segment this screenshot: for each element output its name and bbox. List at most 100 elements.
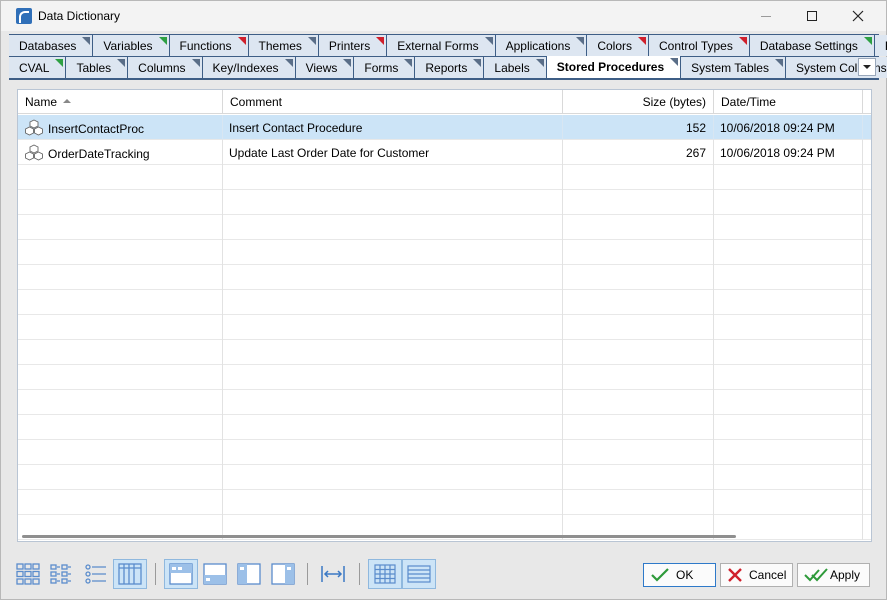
cancel-button-label: Cancel xyxy=(749,568,787,582)
tab-forms[interactable]: Forms xyxy=(354,57,416,78)
empty-cell xyxy=(863,315,871,340)
cell-text: 10/06/2018 09:24 PM xyxy=(720,121,835,135)
tab-label: Variables xyxy=(103,39,153,53)
layout-left-panel-button[interactable] xyxy=(232,559,266,589)
empty-cell xyxy=(863,240,871,265)
grid-rows: InsertContactProc Insert Contact Procedur… xyxy=(18,115,871,540)
tab-tables[interactable]: Tables xyxy=(66,57,129,78)
tab-corner-marker-icon xyxy=(343,59,352,67)
details-view-button[interactable] xyxy=(113,559,147,589)
tab-key-indexes[interactable]: Key/Indexes xyxy=(202,57,296,78)
empty-cell xyxy=(18,390,223,415)
tab-overflow-dropdown[interactable] xyxy=(858,58,876,76)
empty-cell xyxy=(223,315,563,340)
cell-text: InsertContactProc xyxy=(48,122,145,137)
layout-right-panel-button[interactable] xyxy=(266,559,300,589)
tab-system-tables[interactable]: System Tables xyxy=(681,57,786,78)
column-header-name[interactable]: Name xyxy=(18,90,223,114)
tab-stored-procedures[interactable]: Stored Procedures xyxy=(546,56,682,78)
tab-themes[interactable]: Themes xyxy=(248,35,319,56)
empty-cell xyxy=(223,215,563,240)
empty-cell xyxy=(863,265,871,290)
tab-reports[interactable]: Reports xyxy=(415,57,485,78)
empty-cell xyxy=(223,340,563,365)
stored-procedures-grid[interactable]: Name Comment Size (bytes) Date/Time Inse… xyxy=(17,89,872,542)
empty-cell xyxy=(563,390,714,415)
tab-cval[interactable]: CVAL xyxy=(9,57,67,78)
column-header-datetime[interactable]: Date/Time xyxy=(714,90,863,114)
auto-size-columns-button[interactable] xyxy=(316,559,350,589)
tab-applications[interactable]: Applications xyxy=(495,35,588,56)
empty-cell xyxy=(18,365,223,390)
tab-label: Forms xyxy=(364,61,399,75)
small-icons-view-button[interactable] xyxy=(44,559,78,589)
layout-bottom-panel-button[interactable] xyxy=(198,559,232,589)
tab-databases[interactable]: Databases xyxy=(9,35,94,56)
column-header-label: Comment xyxy=(230,95,283,109)
ok-button[interactable]: OK xyxy=(643,563,716,587)
tab-views[interactable]: Views xyxy=(295,57,355,78)
empty-cell xyxy=(563,315,714,340)
empty-cell xyxy=(714,240,863,265)
tab-corner-marker-icon xyxy=(117,59,126,67)
cell-datetime: 10/06/2018 09:24 PM xyxy=(714,140,863,165)
empty-cell xyxy=(563,340,714,365)
double-checkmark-icon xyxy=(804,568,828,582)
cancel-button[interactable]: Cancel xyxy=(720,563,793,587)
table-row[interactable]: InsertContactProc Insert Contact Procedur… xyxy=(18,115,871,140)
tab-files[interactable]: Files xyxy=(874,35,887,56)
empty-row xyxy=(18,190,871,215)
horizontal-scrollbar[interactable] xyxy=(22,535,736,538)
tab-columns[interactable]: Columns xyxy=(128,57,203,78)
tab-colors[interactable]: Colors xyxy=(587,35,650,56)
empty-cell xyxy=(863,290,871,315)
alternate-rows-button[interactable] xyxy=(402,559,436,589)
empty-cell xyxy=(18,265,223,290)
empty-cell xyxy=(863,415,871,440)
empty-cell xyxy=(18,240,223,265)
table-row[interactable]: OrderDateTracking Update Last Order Date … xyxy=(18,140,871,165)
close-button[interactable] xyxy=(835,1,881,31)
empty-cell xyxy=(18,490,223,515)
tab-label: External Forms xyxy=(397,39,479,53)
apply-button[interactable]: Apply xyxy=(797,563,870,587)
empty-cell xyxy=(714,290,863,315)
empty-cell xyxy=(18,465,223,490)
cell-comment: Update Last Order Date for Customer xyxy=(223,140,563,165)
maximize-button[interactable] xyxy=(789,1,835,31)
large-icons-view-button[interactable] xyxy=(11,559,45,589)
tab-corner-marker-icon xyxy=(82,37,91,45)
show-grid-lines-button[interactable] xyxy=(368,559,402,589)
minimize-button[interactable] xyxy=(743,1,789,31)
empty-cell xyxy=(223,415,563,440)
tab-label: Tables xyxy=(76,61,112,75)
tab-functions[interactable]: Functions xyxy=(169,35,249,56)
empty-cell xyxy=(863,190,871,215)
tab-labels[interactable]: Labels xyxy=(484,57,547,78)
tab-label: CVAL xyxy=(19,61,50,75)
column-header-size[interactable]: Size (bytes) xyxy=(563,90,714,114)
tab-control-types[interactable]: Control Types xyxy=(649,35,750,56)
empty-cell xyxy=(563,490,714,515)
list-view-button[interactable] xyxy=(79,559,113,589)
empty-cell xyxy=(563,365,714,390)
column-header-comment[interactable]: Comment xyxy=(223,90,563,114)
empty-cell xyxy=(223,365,563,390)
layout-top-panel-button[interactable] xyxy=(164,559,198,589)
empty-cell xyxy=(563,190,714,215)
empty-cell xyxy=(714,465,863,490)
tab-corner-marker-icon xyxy=(404,59,413,67)
tab-variables[interactable]: Variables xyxy=(93,35,170,56)
empty-cell xyxy=(714,440,863,465)
checkmark-icon xyxy=(651,568,669,582)
bottom-toolbar: OK Cancel Apply xyxy=(9,554,879,594)
tab-corner-marker-icon xyxy=(576,37,585,45)
tab-printers[interactable]: Printers xyxy=(318,35,388,56)
cell-size: 267 xyxy=(563,140,714,165)
tab-database-settings[interactable]: Database Settings xyxy=(749,35,875,56)
tab-external-forms[interactable]: External Forms xyxy=(387,35,496,56)
cell-filler xyxy=(863,115,871,140)
tab-label: Colors xyxy=(597,39,633,53)
toolbar-separator xyxy=(155,563,156,585)
grid-header: Name Comment Size (bytes) Date/Time xyxy=(18,90,871,114)
